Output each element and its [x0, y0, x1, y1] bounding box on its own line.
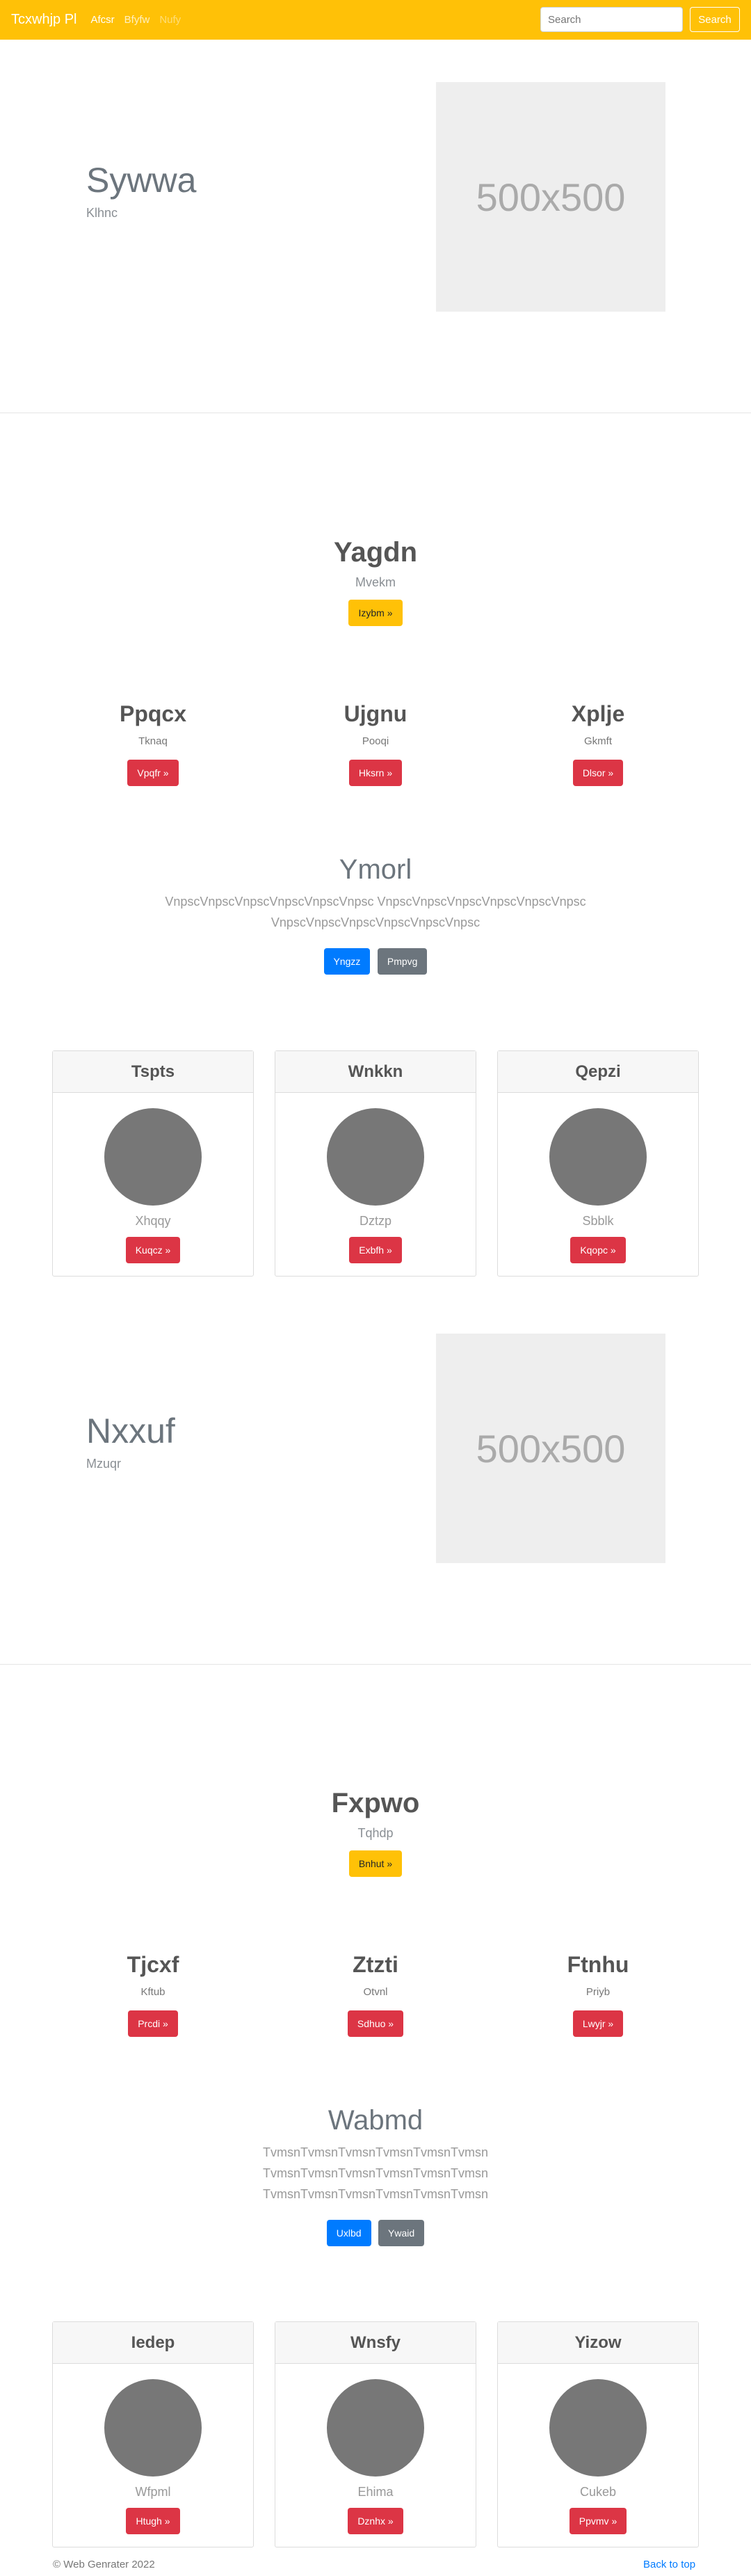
- avatar: [104, 2379, 202, 2477]
- back-to-top-link[interactable]: Back to top: [643, 2559, 695, 2570]
- hero-title-2: Fxpwo: [331, 1788, 420, 1818]
- card-header: Wnkkn: [275, 1051, 476, 1093]
- lead-title-2: Wabmd: [328, 2105, 423, 2136]
- placeholder-label-2: 500x500: [476, 1426, 626, 1471]
- column-title: Tjcxf: [127, 1952, 179, 1977]
- column-1-3: Xplje Gkmft Dlsor »: [483, 701, 713, 786]
- column-1-2: Ujgnu Pooqi Hksrn »: [261, 701, 490, 786]
- hero-button-1[interactable]: Izybm »: [348, 600, 403, 626]
- jumbo-title-1: Sywwa: [86, 161, 197, 200]
- column-title: Ppqcx: [119, 701, 187, 726]
- lead-section-1: Ymorl VnpscVnpscVnpscVnpscVnpscVnpsc Vnp…: [0, 854, 751, 975]
- column-2-1: Tjcxf Kftub Prcdi »: [38, 1952, 268, 2037]
- card-header: Yizow: [498, 2322, 698, 2364]
- avatar: [327, 1108, 424, 1206]
- column-title: Xplje: [571, 701, 625, 726]
- avatar: [327, 2379, 424, 2477]
- search-button[interactable]: Search: [690, 7, 740, 32]
- card-button[interactable]: Ppvmv »: [569, 2508, 627, 2534]
- card-1-3: Qepzi Sbblk Kqopc »: [497, 1050, 699, 1277]
- navbar: Tcxwhjp Pl Afcsr Bfyfw Nufy Search: [0, 0, 751, 40]
- lead-primary-button-1[interactable]: Yngzz: [323, 948, 371, 975]
- hero-subtitle-1: Mvekm: [355, 575, 396, 589]
- card-header: Wnsfy: [275, 2322, 476, 2364]
- lead-text-line-1: TvmsnTvmsnTvmsnTvmsnTvmsnTvmsn: [263, 2145, 488, 2159]
- card-button[interactable]: Htugh »: [126, 2508, 180, 2534]
- jumbo-subtitle-1: Klhnc: [86, 206, 118, 220]
- card-2-1: Iedep Wfpml Htugh »: [52, 2321, 254, 2547]
- card-1-1: Tspts Xhqqy Kuqcz »: [52, 1050, 254, 1277]
- placeholder-label-1: 500x500: [476, 175, 626, 219]
- navbar-brand[interactable]: Tcxwhjp Pl: [11, 12, 76, 28]
- lead-title-1: Ymorl: [339, 854, 412, 885]
- avatar: [549, 1108, 647, 1206]
- avatar: [104, 1108, 202, 1206]
- column-button[interactable]: Hksrn »: [348, 760, 403, 786]
- lead-text-line-2: TvmsnTvmsnTvmsnTvmsnTvmsnTvmsn: [263, 2166, 488, 2180]
- column-title: Ftnhu: [567, 1952, 629, 1977]
- lead-section-2: Wabmd TvmsnTvmsnTvmsnTvmsnTvmsnTvmsn Tvm…: [0, 2105, 751, 2246]
- search-input[interactable]: [540, 7, 683, 32]
- card-text: Cukeb: [579, 2485, 617, 2499]
- jumbo-subtitle-2: Mzuqr: [86, 1457, 122, 1471]
- card-text: Dztzp: [359, 1214, 391, 1228]
- hero-section-2: Fxpwo Tqhdp Bnhut »: [0, 1788, 751, 1877]
- card-button[interactable]: Exbfh »: [349, 1237, 402, 1263]
- avatar: [549, 2379, 647, 2477]
- column-text: Priyb: [586, 1986, 611, 1998]
- lead-text-line-2: VnpscVnpscVnpscVnpscVnpscVnpsc: [270, 915, 481, 929]
- column-text: Otvnl: [363, 1986, 388, 1998]
- card-button[interactable]: Kuqcz »: [125, 1237, 181, 1263]
- column-1-1: Ppqcx Tknaq Vpqfr »: [38, 701, 268, 786]
- card-text: Ehima: [357, 2485, 394, 2499]
- card-header: Iedep: [53, 2322, 253, 2364]
- card-button[interactable]: Kqopc »: [570, 1237, 626, 1263]
- column-text: Tknaq: [138, 735, 168, 747]
- hero-section-1: Yagdn Mvekm Izybm »: [0, 537, 751, 626]
- hero-subtitle-2: Tqhdp: [357, 1826, 394, 1840]
- card-header: Qepzi: [498, 1051, 698, 1093]
- card-2-3: Yizow Cukeb Ppvmv »: [497, 2321, 699, 2547]
- column-button[interactable]: Lwyjr »: [572, 2010, 624, 2037]
- column-text: Pooqi: [362, 735, 389, 747]
- column-2-2: Ztzti Otvnl Sdhuo »: [261, 1952, 490, 2037]
- card-1-2: Wnkkn Dztzp Exbfh »: [275, 1050, 476, 1277]
- column-text: Kftub: [140, 1986, 165, 1998]
- divider-2: [0, 1664, 751, 1665]
- card-header: Tspts: [53, 1051, 253, 1093]
- hero-button-2[interactable]: Bnhut »: [348, 1850, 403, 1877]
- nav-link-1[interactable]: Afcsr: [90, 14, 114, 26]
- jumbo-title-2: Nxxuf: [86, 1411, 175, 1450]
- column-button[interactable]: Sdhuo »: [347, 2010, 404, 2037]
- nav-link-3: Nufy: [159, 14, 181, 26]
- nav-link-2[interactable]: Bfyfw: [124, 14, 150, 26]
- column-button[interactable]: Prcdi »: [128, 2010, 178, 2037]
- lead-secondary-button-1[interactable]: Pmpvg: [377, 948, 428, 975]
- card-text: Wfpml: [135, 2485, 171, 2499]
- card-button[interactable]: Dznhx »: [348, 2508, 403, 2534]
- card-text: Xhqqy: [135, 1214, 171, 1228]
- lead-primary-button-2[interactable]: Uxlbd: [326, 2220, 371, 2246]
- placeholder-image-2: 500x500: [436, 1334, 665, 1563]
- placeholder-image-1: 500x500: [436, 82, 665, 312]
- column-button[interactable]: Dlsor »: [572, 760, 624, 786]
- lead-text-line-3: TvmsnTvmsnTvmsnTvmsnTvmsnTvmsn: [263, 2187, 488, 2201]
- column-2-3: Ftnhu Priyb Lwyjr »: [483, 1952, 713, 2037]
- column-text: Gkmft: [584, 735, 612, 747]
- column-title: Ujgnu: [344, 701, 407, 726]
- card-2-2: Wnsfy Ehima Dznhx »: [275, 2321, 476, 2547]
- footer-copyright: © Web Genrater 2022: [53, 2559, 155, 2570]
- column-title: Ztzti: [353, 1952, 398, 1977]
- card-text: Sbblk: [582, 1214, 614, 1228]
- hero-title-1: Yagdn: [333, 537, 418, 568]
- column-button[interactable]: Vpqfr »: [127, 760, 179, 786]
- lead-secondary-button-2[interactable]: Ywaid: [378, 2220, 425, 2246]
- lead-text-line-1: VnpscVnpscVnpscVnpscVnpscVnpsc VnpscVnps…: [165, 895, 586, 909]
